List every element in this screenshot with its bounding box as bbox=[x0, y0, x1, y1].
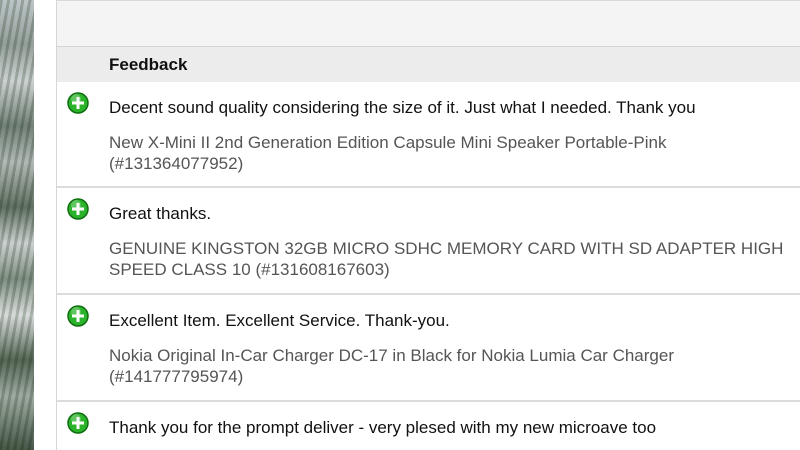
item-title-link[interactable]: New X-Mini II 2nd Generation Edition Cap… bbox=[109, 133, 667, 152]
feedback-comment: Decent sound quality considering the siz… bbox=[109, 98, 696, 117]
feedback-comment: Great thanks. bbox=[109, 204, 212, 223]
feedback-row: Excellent Item. Excellent Service. Thank… bbox=[57, 295, 800, 402]
item-number: (#141777795974) bbox=[109, 367, 244, 386]
item-number: (#131364077952) bbox=[109, 154, 244, 173]
feedback-panel: Feedback Decent sound quality considerin… bbox=[56, 0, 800, 450]
feedback-item: New X-Mini II 2nd Generation Edition Cap… bbox=[109, 132, 799, 174]
positive-plus-icon bbox=[67, 198, 89, 220]
positive-plus-icon bbox=[67, 305, 89, 327]
item-title-link[interactable]: Nokia Original In-Car Charger DC-17 in B… bbox=[109, 346, 674, 365]
feedback-column-header: Feedback bbox=[57, 47, 800, 82]
panel-margin bbox=[34, 0, 56, 450]
feedback-item: Nokia Original In-Car Charger DC-17 in B… bbox=[109, 345, 799, 387]
feedback-row: Thank you for the prompt deliver - very … bbox=[57, 402, 800, 450]
feedback-page: Feedback Decent sound quality considerin… bbox=[0, 0, 800, 450]
positive-plus-icon bbox=[67, 412, 89, 434]
feedback-row: Great thanks. GENUINE KINGSTON 32GB MICR… bbox=[57, 188, 800, 295]
positive-plus-icon bbox=[67, 92, 89, 114]
toolbar-band bbox=[57, 0, 800, 47]
feedback-comment: Excellent Item. Excellent Service. Thank… bbox=[109, 311, 450, 330]
item-title-link[interactable]: GENUINE KINGSTON 32GB MICRO SDHC MEMORY … bbox=[109, 239, 783, 258]
feedback-row: Decent sound quality considering the siz… bbox=[57, 82, 800, 188]
item-number: SPEED CLASS 10 (#131608167603) bbox=[109, 260, 390, 279]
background-forest-image bbox=[0, 0, 34, 450]
feedback-header-label: Feedback bbox=[109, 54, 188, 74]
feedback-item: GENUINE KINGSTON 32GB MICRO SDHC MEMORY … bbox=[109, 238, 799, 280]
feedback-comment: Thank you for the prompt deliver - very … bbox=[109, 418, 657, 437]
